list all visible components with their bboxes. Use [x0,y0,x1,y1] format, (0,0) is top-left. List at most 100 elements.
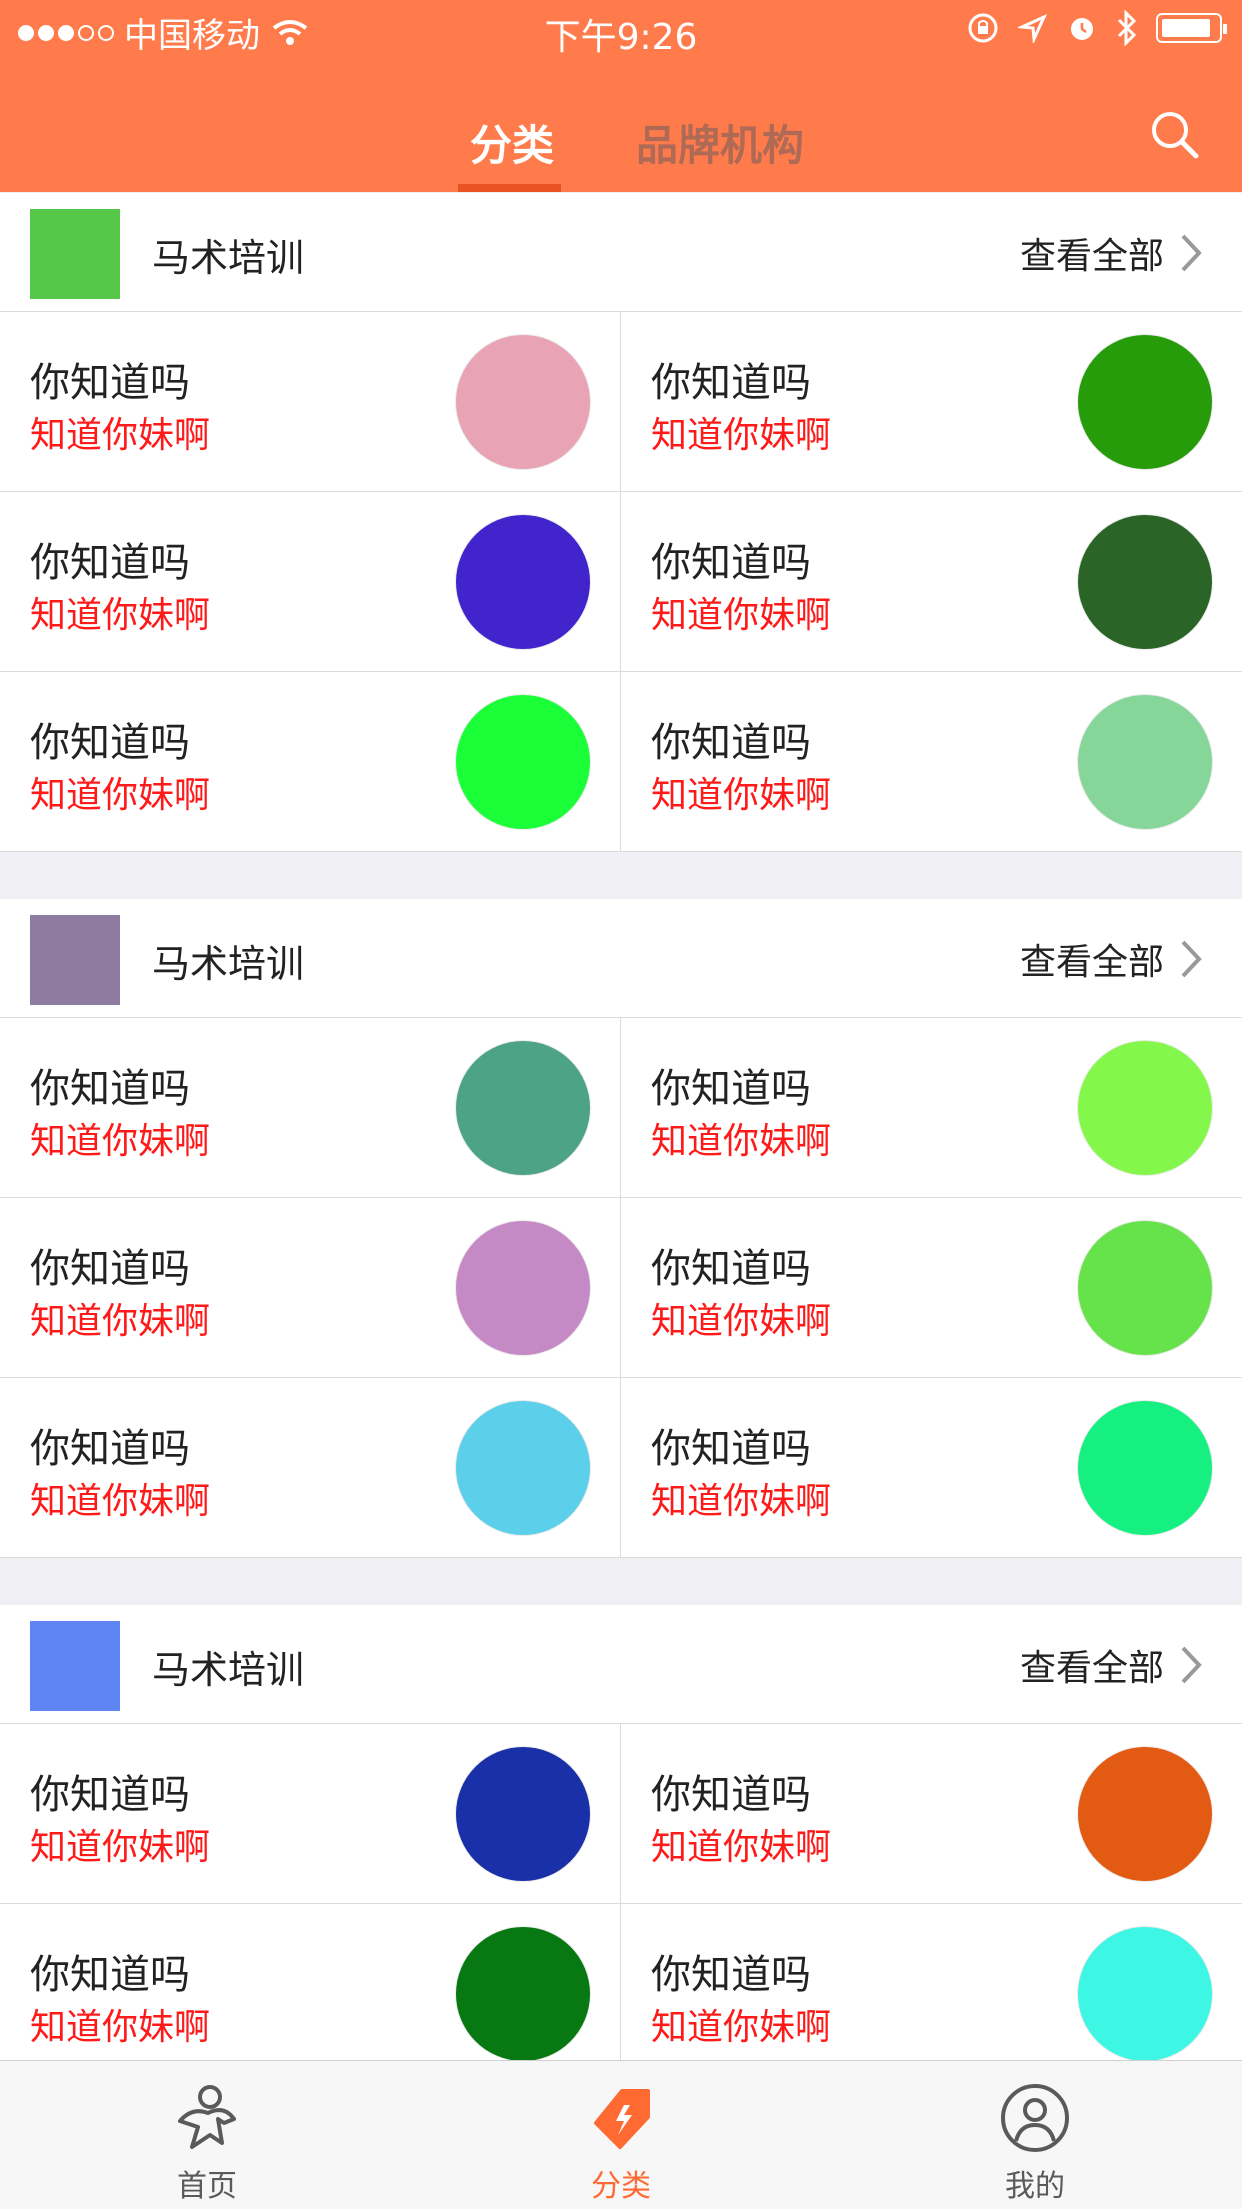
item-image [456,1041,590,1175]
tabbar-label-mine: 我的 [1005,2169,1065,2204]
item-subtitle: 知道你妹啊 [651,595,832,636]
item-image [1078,1401,1212,1535]
chevron-right-icon [1181,234,1202,272]
item-subtitle: 知道你妹啊 [30,1481,211,1522]
grid-item[interactable]: 你知道吗 知道你妹啊 [0,1724,620,1904]
section-header[interactable]: 马术培训 查看全部 [0,899,1242,1018]
see-all-link[interactable]: 查看全部 [1020,227,1202,279]
item-image [1078,515,1212,649]
grid-item[interactable]: 你知道吗 知道你妹啊 [0,1904,620,2060]
item-subtitle: 知道你妹啊 [651,2007,832,2048]
item-grid: 你知道吗 知道你妹啊 你知道吗 知道你妹啊 你知道吗 知道你妹啊 你知道吗 知道你妹啊 [0,1724,1242,2060]
item-title: 你知道吗 [30,1772,190,1818]
item-title: 你知道吗 [651,1066,811,1112]
category-section: 马术培训 查看全部 你知道吗 知道你妹啊 你知道吗 知道你妹啊 你知道吗 知道你妹啊 你知道吗知… [0,193,1242,852]
category-list[interactable]: 马术培训 查看全部 你知道吗 知道你妹啊 你知道吗 知道你妹啊 你知道吗 知道你妹啊 你知道吗知… [0,193,1242,2060]
item-image [1078,695,1212,829]
item-image [456,1401,590,1535]
tabbar-item-home[interactable]: 首页 [0,2061,414,2209]
active-tab-indicator [458,184,561,192]
search-icon[interactable] [1146,106,1202,162]
home-person-icon [178,2085,236,2149]
tag-flash-icon [594,2089,650,2149]
bluetooth-icon [1117,10,1137,46]
see-all-link[interactable]: 查看全部 [1020,933,1202,985]
item-title: 你知道吗 [651,1246,811,1292]
tabbar-label-category: 分类 [591,2169,651,2204]
item-image [456,1927,590,2060]
item-title: 你知道吗 [651,360,811,406]
grid-item[interactable]: 你知道吗 知道你妹啊 [621,1018,1242,1198]
header: 中国移动 下午9:26 分类 品牌机构 [0,0,1242,192]
item-subtitle: 知道你妹啊 [30,775,211,816]
category-section: 马术培训 查看全部 你知道吗 知道你妹啊 你知道吗 知道你妹啊 你知道吗 知道你妹啊 你知道吗知… [0,1605,1242,2060]
alarm-icon [1071,18,1093,40]
item-subtitle: 知道你妹啊 [30,1827,211,1868]
grid-item[interactable]: 你知道吗 知道你妹啊 [621,1378,1242,1558]
section-title: 马术培训 [152,942,305,986]
tab-category[interactable]: 分类 [470,112,554,173]
category-section: 马术培训 查看全部 你知道吗 知道你妹啊 你知道吗 知道你妹啊 你知道吗 知道你妹啊 你知道吗知… [0,899,1242,1558]
grid-item[interactable]: 你知道吗 知道你妹啊 [621,492,1242,672]
chevron-right-icon [1181,1646,1202,1684]
item-title: 你知道吗 [30,1952,190,1998]
item-subtitle: 知道你妹啊 [651,775,832,816]
item-title: 你知道吗 [651,1772,811,1818]
item-title: 你知道吗 [651,540,811,586]
section-thumbnail [30,915,120,1005]
grid-item[interactable]: 你知道吗 知道你妹啊 [0,312,620,492]
grid-item[interactable]: 你知道吗 知道你妹啊 [0,492,620,672]
section-title: 马术培训 [152,236,305,280]
status-bar: 中国移动 下午9:26 [0,0,1242,62]
item-title: 你知道吗 [651,720,811,766]
item-image [456,515,590,649]
see-all-label: 查看全部 [1019,1648,1164,1689]
item-image [1078,1041,1212,1175]
tabbar-item-mine[interactable]: 我的 [828,2061,1242,2209]
profile-icon [1001,2084,1069,2152]
see-all-label: 查看全部 [1019,236,1164,277]
grid-item[interactable]: 你知道吗 知道你妹啊 [621,1724,1242,1904]
grid-item[interactable]: 你知道吗 知道你妹啊 [0,672,620,852]
item-subtitle: 知道你妹啊 [651,1301,832,1342]
item-image [456,1747,590,1881]
chevron-right-icon [1181,940,1202,978]
tabbar-label-home: 首页 [177,2169,237,2204]
tabbar-item-category[interactable]: 分类 [414,2061,828,2209]
item-image [456,335,590,469]
grid-item[interactable]: 你知道吗 知道你妹啊 [621,672,1242,852]
item-subtitle: 知道你妹啊 [651,415,832,456]
tab-brand-institution[interactable]: 品牌机构 [636,112,804,173]
battery-icon [1156,13,1227,43]
grid-item[interactable]: 你知道吗 知道你妹啊 [621,1198,1242,1378]
item-image [1078,1221,1212,1355]
grid-item[interactable]: 你知道吗 知道你妹啊 [0,1378,620,1558]
see-all-link[interactable]: 查看全部 [1020,1639,1202,1691]
item-subtitle: 知道你妹啊 [30,1301,211,1342]
section-thumbnail [30,209,120,299]
item-subtitle: 知道你妹啊 [651,1121,832,1162]
top-nav-tabs: 分类 品牌机构 [0,100,1242,192]
grid-item[interactable]: 你知道吗 知道你妹啊 [621,312,1242,492]
location-icon [1018,13,1048,43]
grid-item[interactable]: 你知道吗 知道你妹啊 [0,1018,620,1198]
section-title: 马术培训 [152,1648,305,1692]
item-title: 你知道吗 [30,360,190,406]
grid-item[interactable]: 你知道吗 知道你妹啊 [621,1904,1242,2060]
bottom-tab-bar: 首页 分类 我的 [0,2060,1242,2209]
item-image [1078,1927,1212,2060]
item-image [456,695,590,829]
item-title: 你知道吗 [30,1066,190,1112]
item-subtitle: 知道你妹啊 [651,1481,832,1522]
see-all-label: 查看全部 [1019,942,1164,983]
item-grid: 你知道吗 知道你妹啊 你知道吗 知道你妹啊 你知道吗 知道你妹啊 你知道吗 知道你妹啊 你知道吗… [0,1018,1242,1558]
item-image [456,1221,590,1355]
section-header[interactable]: 马术培训 查看全部 [0,193,1242,312]
rotation-lock-icon [968,13,998,43]
item-title: 你知道吗 [30,540,190,586]
item-title: 你知道吗 [651,1952,811,1998]
item-subtitle: 知道你妹啊 [30,415,211,456]
section-header[interactable]: 马术培训 查看全部 [0,1605,1242,1724]
item-grid: 你知道吗 知道你妹啊 你知道吗 知道你妹啊 你知道吗 知道你妹啊 你知道吗 知道你妹啊 你知道吗… [0,312,1242,852]
grid-item[interactable]: 你知道吗 知道你妹啊 [0,1198,620,1378]
